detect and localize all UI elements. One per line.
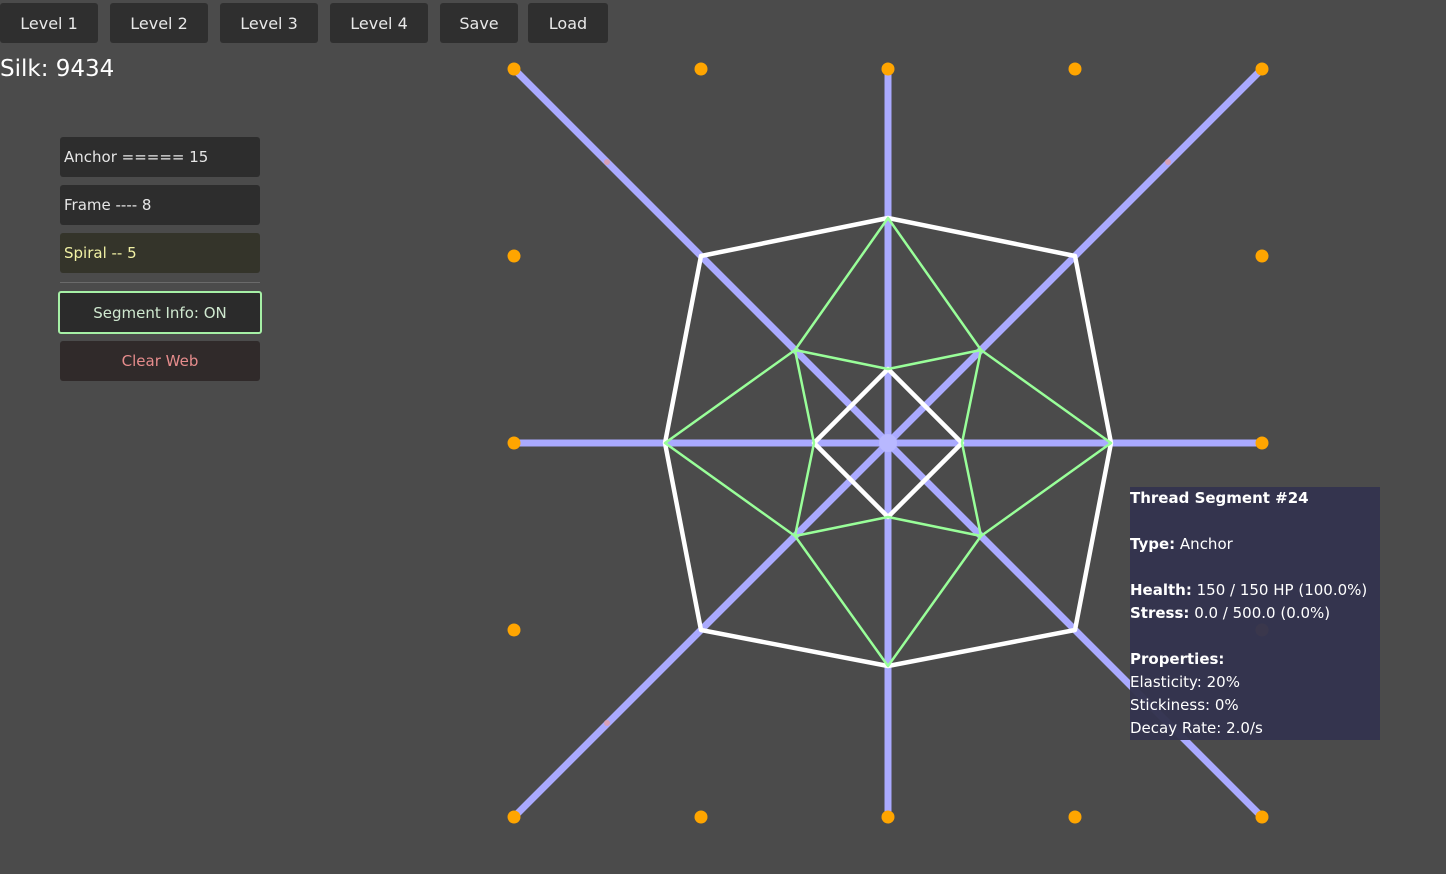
anchor-point[interactable] <box>881 810 895 824</box>
segment-info-tooltip: Thread Segment #24 Type: Anchor Health: … <box>1130 487 1380 740</box>
anchor-point[interactable] <box>507 810 521 824</box>
anchor-point[interactable] <box>507 249 521 263</box>
tooltip-stress-value: 0.0 / 500.0 (0.0%) <box>1194 604 1331 622</box>
anchor-point[interactable] <box>881 62 895 76</box>
anchor-point[interactable] <box>1068 62 1082 76</box>
anchor-point[interactable] <box>1255 436 1269 450</box>
thread-midpoint <box>604 720 610 726</box>
anchor-point[interactable] <box>1255 810 1269 824</box>
tooltip-health-value: 150 / 150 HP (100.0%) <box>1196 581 1368 599</box>
thread-midpoint <box>1165 159 1171 165</box>
anchor-point[interactable] <box>507 623 521 637</box>
anchor-point[interactable] <box>1255 62 1269 76</box>
anchor-point[interactable] <box>694 810 708 824</box>
tooltip-elasticity: Elasticity: 20% <box>1130 673 1240 691</box>
tooltip-title: Thread Segment #24 <box>1130 489 1309 507</box>
web-center-hub <box>879 434 897 452</box>
thread-midpoint <box>604 159 610 165</box>
anchor-point[interactable] <box>507 436 521 450</box>
tooltip-decay-rate: Decay Rate: 2.0/s <box>1130 719 1263 737</box>
anchor-point[interactable] <box>507 62 521 76</box>
tooltip-health-label: Health: <box>1130 581 1192 599</box>
anchor-point[interactable] <box>1255 249 1269 263</box>
tooltip-stress-label: Stress: <box>1130 604 1190 622</box>
web-canvas[interactable] <box>0 0 1446 874</box>
tooltip-type-label: Type: <box>1130 535 1176 553</box>
tooltip-type-value: Anchor <box>1179 535 1233 553</box>
tooltip-stickiness: Stickiness: 0% <box>1130 696 1239 714</box>
tooltip-properties-label: Properties: <box>1130 650 1225 668</box>
anchor-point[interactable] <box>1068 810 1082 824</box>
anchor-point[interactable] <box>694 62 708 76</box>
